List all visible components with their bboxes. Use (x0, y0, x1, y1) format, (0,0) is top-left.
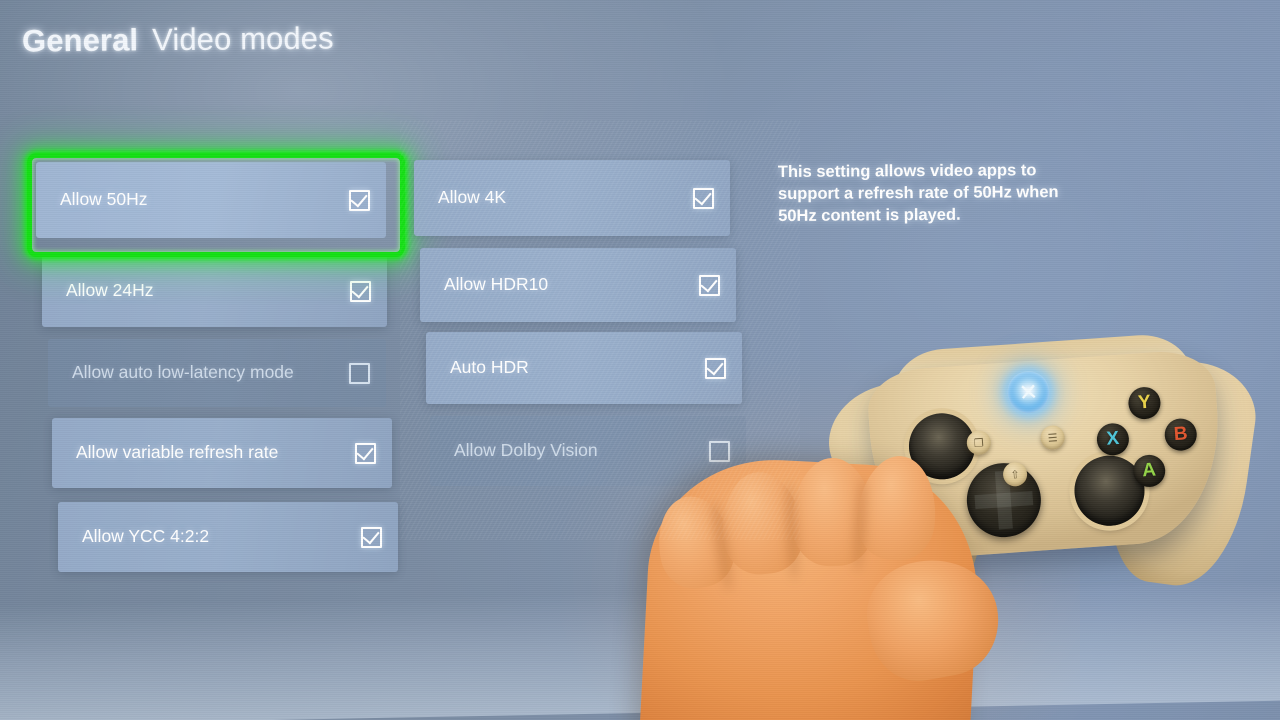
setting-label: Allow YCC 4:2:2 (82, 526, 210, 547)
button-x: X (1095, 422, 1130, 457)
check-glyph (362, 526, 380, 544)
check-glyph (706, 357, 724, 375)
left-analog-stick (906, 411, 978, 482)
dpad-horizontal (974, 491, 1034, 510)
checkbox-checked-icon[interactable] (349, 189, 370, 211)
breadcrumb-parent[interactable]: General (22, 22, 138, 59)
xbox-logo-icon: ✕ (1017, 377, 1039, 406)
setting-label: Auto HDR (450, 357, 529, 378)
setting-tile-auto-hdr[interactable]: Auto HDR (426, 332, 742, 404)
dpad-vertical (994, 470, 1013, 530)
controller-body (865, 348, 1227, 562)
setting-tile-allow-hdr10[interactable]: Allow HDR10 (420, 248, 736, 322)
knuckle (649, 489, 741, 595)
finger-crease (783, 481, 801, 581)
checkbox-checked-icon[interactable] (699, 274, 720, 296)
hand-bounce-light (560, 360, 1080, 720)
finger-crease (708, 499, 736, 593)
screen-bottom-band (0, 579, 1280, 720)
view-glyph: ❐ (973, 436, 985, 450)
button-b: B (1163, 417, 1198, 452)
setting-description: This setting allows video apps to suppor… (777, 161, 1059, 225)
thumb (858, 549, 1008, 689)
setting-label: Allow auto low-latency mode (72, 362, 294, 383)
setting-tile-allow-ycc-4-2-2[interactable]: Allow YCC 4:2:2 (58, 502, 398, 572)
checkbox-checked-icon[interactable] (361, 526, 382, 548)
checkbox-checked-icon[interactable] (350, 280, 371, 302)
menu-button-icon: ☰ (1039, 424, 1066, 451)
checkbox-checked-icon[interactable] (693, 187, 714, 209)
check-glyph (356, 442, 374, 460)
tv-screen-photo: General Video modes Allow 50Hz Allow 24Hz… (0, 0, 1280, 720)
setting-label: Allow 50Hz (60, 189, 148, 210)
menu-glyph: ☰ (1047, 431, 1059, 445)
checkbox-unchecked-icon (349, 362, 370, 384)
view-button-icon: ❐ (966, 429, 992, 456)
share-glyph: ⇧ (1010, 468, 1021, 482)
setting-label: Allow Dolby Vision (454, 440, 598, 461)
setting-tile-allow-4k[interactable]: Allow 4K (414, 160, 730, 236)
xbox-controller: ✕ ❐ ☰ ⇧ Y X B A (815, 322, 1268, 651)
knuckle (791, 457, 875, 567)
controller-top-shell (890, 331, 1195, 423)
check-glyph (700, 274, 718, 292)
setting-tile-allow-dolby-vision: Allow Dolby Vision (430, 416, 746, 486)
check-glyph (694, 187, 712, 205)
setting-tile-allow-24hz[interactable]: Allow 24Hz (42, 255, 387, 327)
setting-tile-allow-auto-low-latency-mode: Allow auto low-latency mode (48, 339, 386, 407)
page-title: Video modes (151, 20, 334, 58)
breadcrumb: General Video modes (22, 21, 334, 60)
palm (638, 453, 984, 720)
setting-label: Allow HDR10 (444, 274, 549, 295)
share-button-icon: ⇧ (1002, 461, 1028, 488)
finger-crease (851, 477, 869, 573)
setting-tile-allow-variable-refresh-rate[interactable]: Allow variable refresh rate (52, 418, 392, 488)
xbox-guide-button-icon: ✕ (1005, 369, 1051, 415)
button-a: A (1132, 453, 1167, 488)
check-glyph (350, 189, 368, 207)
setting-label: Allow variable refresh rate (76, 442, 279, 463)
checkbox-unchecked-icon (709, 440, 730, 462)
check-glyph (351, 280, 369, 298)
setting-label: Allow 24Hz (66, 280, 154, 301)
controller-right-grip (1094, 352, 1263, 594)
checkbox-checked-icon[interactable] (355, 442, 376, 464)
controller-left-grip (815, 366, 1004, 609)
setting-tile-allow-50hz[interactable]: Allow 50Hz (36, 162, 386, 238)
button-y: Y (1127, 385, 1162, 421)
dpad-icon (964, 460, 1044, 540)
right-analog-stick (1072, 453, 1147, 529)
setting-label: Allow 4K (438, 187, 507, 208)
checkbox-checked-icon[interactable] (705, 357, 726, 379)
knuckle (853, 452, 941, 564)
